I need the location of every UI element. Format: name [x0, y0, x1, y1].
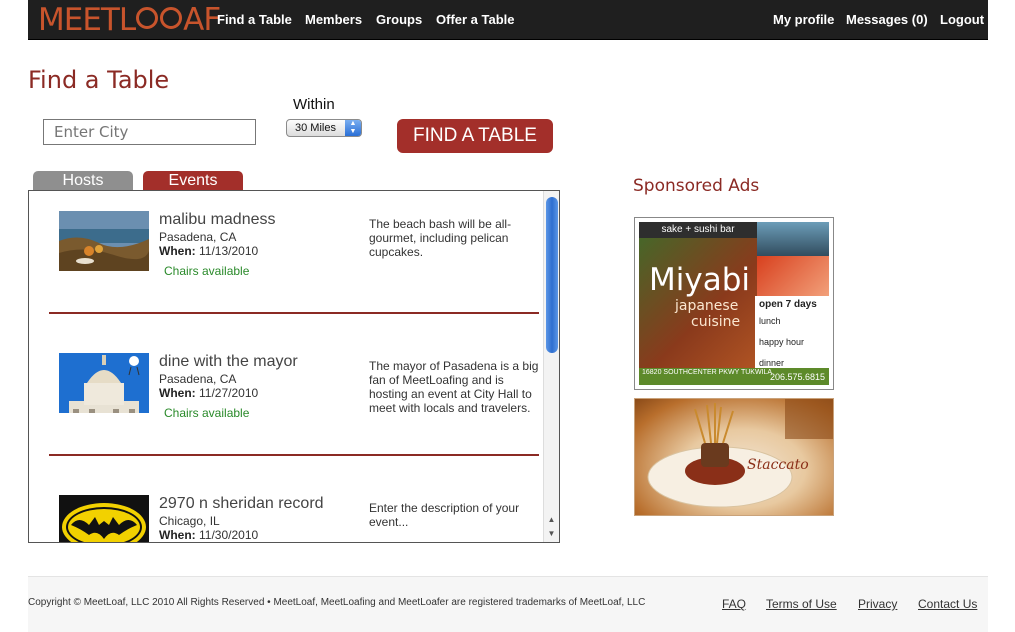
chairs-status: Chairs available — [164, 406, 250, 420]
event-thumbnail[interactable] — [59, 495, 149, 542]
ad-miyabi-name: Miyabi — [649, 262, 750, 298]
divider — [49, 312, 539, 314]
event-thumbnail[interactable] — [59, 353, 149, 413]
footer-link-terms[interactable]: Terms of Use — [766, 597, 837, 611]
ad-miyabi-footer: 16820 SOUTHCENTER PKWY TUKWILA 206.575.6… — [639, 368, 829, 385]
event-date-value: 11/30/2010 — [199, 528, 259, 542]
footer-link-contact[interactable]: Contact Us — [918, 597, 977, 611]
event-description: Enter the description of your event... — [369, 501, 520, 529]
ad-lunch: lunch — [759, 316, 781, 326]
ad-miyabi-tagline: sake + sushi bar — [639, 222, 757, 238]
footer-link-faq[interactable]: FAQ — [722, 597, 746, 611]
meetloaf-logo[interactable]: MEETL AF — [38, 2, 221, 38]
ad-miyabi-image: sake + sushi bar Miyabi japanese cuisine… — [639, 222, 829, 385]
nav-members[interactable]: Members — [305, 12, 362, 27]
event-date: When: 11/13/2010 — [159, 244, 258, 258]
city-input[interactable] — [43, 119, 256, 145]
event-title[interactable]: 2970 n sheridan record — [159, 495, 324, 513]
event-location: Pasadena, CA — [159, 230, 237, 244]
when-label: When: — [159, 386, 196, 400]
radius-selected-value: 30 Miles — [295, 122, 336, 134]
find-a-table-button[interactable]: FIND A TABLE — [397, 119, 553, 153]
logo-o-ring — [160, 7, 183, 29]
tab-events[interactable]: Events — [143, 171, 243, 190]
top-nav-bar: MEETL AF Find a Table Members Groups Offe… — [28, 0, 988, 40]
page-footer: Copyright © MeetLoaf, LLC 2010 All Right… — [28, 576, 988, 632]
ad-staccato[interactable]: Staccato — [634, 398, 834, 516]
nav-find-a-table[interactable]: Find a Table — [217, 12, 292, 27]
page-title: Find a Table — [28, 66, 170, 94]
event-description: The mayor of Pasadena is a big fan of Me… — [369, 359, 539, 415]
logo-o-ring — [136, 7, 159, 29]
ad-miyabi[interactable]: sake + sushi bar Miyabi japanese cuisine… — [634, 217, 834, 390]
events-list-panel: malibu madness Pasadena, CA When: 11/13/… — [28, 190, 560, 543]
logo-text-post: AF — [183, 2, 221, 38]
radius-select[interactable]: 30 Miles ▲ ▼ — [286, 119, 362, 137]
ad-phone: 206.575.6815 — [769, 372, 825, 382]
ad-miyabi-hours: open 7 days lunch happy hour dinner — [755, 296, 829, 374]
ad-happy-hour: happy hour — [759, 337, 805, 347]
nav-groups[interactable]: Groups — [376, 12, 422, 27]
ad-fish-photo — [757, 222, 829, 256]
within-label: Within — [293, 96, 335, 113]
event-location: Chicago, IL — [159, 514, 220, 528]
updown-arrows-icon: ▲ ▼ — [345, 120, 361, 136]
ad-address: 16820 SOUTHCENTER PKWY TUKWILA — [642, 369, 773, 376]
ad-miyabi-sub1: japanese — [675, 298, 739, 314]
scroll-up-arrow-icon[interactable]: ▲ — [544, 513, 559, 526]
nav-my-profile[interactable]: My profile — [773, 12, 834, 27]
scroll-thumb[interactable] — [546, 197, 558, 353]
event-title[interactable]: dine with the mayor — [159, 353, 298, 371]
logo-text-pre: MEET — [38, 2, 120, 38]
vertical-scrollbar[interactable]: ▲ ▼ — [543, 191, 559, 542]
event-date: When: 11/27/2010 — [159, 386, 258, 400]
tab-hosts[interactable]: Hosts — [33, 171, 133, 190]
scroll-down-arrow-icon[interactable]: ▼ — [544, 527, 559, 540]
divider — [49, 454, 539, 456]
event-date: When: 11/30/2010 — [159, 528, 258, 542]
ad-open-days: open 7 days — [759, 299, 817, 310]
nav-logout[interactable]: Logout — [940, 12, 984, 27]
ad-staccato-name: Staccato — [747, 457, 809, 473]
logo-text-l: L — [118, 2, 136, 38]
when-label: When: — [159, 244, 196, 258]
footer-link-privacy[interactable]: Privacy — [858, 597, 897, 611]
event-location: Pasadena, CA — [159, 372, 237, 386]
list-item[interactable]: dine with the mayor Pasadena, CA When: 1… — [29, 353, 544, 443]
event-date-value: 11/27/2010 — [199, 386, 259, 400]
when-label: When: — [159, 528, 196, 542]
event-title[interactable]: malibu madness — [159, 211, 276, 229]
sponsored-ads-heading: Sponsored Ads — [633, 176, 760, 196]
event-thumbnail[interactable] — [59, 211, 149, 271]
event-date-value: 11/13/2010 — [199, 244, 259, 258]
list-item[interactable]: malibu madness Pasadena, CA When: 11/13/… — [29, 211, 544, 301]
list-item[interactable]: 2970 n sheridan record Chicago, IL When:… — [29, 495, 544, 542]
ad-miyabi-sub2: cuisine — [691, 314, 741, 330]
copyright-text: Copyright © MeetLoaf, LLC 2010 All Right… — [28, 597, 646, 608]
ad-sushi-photo — [757, 256, 829, 296]
chairs-status: Chairs available — [164, 264, 250, 278]
nav-offer-a-table[interactable]: Offer a Table — [436, 12, 515, 27]
event-description: The beach bash will be all-gourmet, incl… — [369, 217, 512, 259]
nav-messages[interactable]: Messages (0) — [846, 12, 928, 27]
